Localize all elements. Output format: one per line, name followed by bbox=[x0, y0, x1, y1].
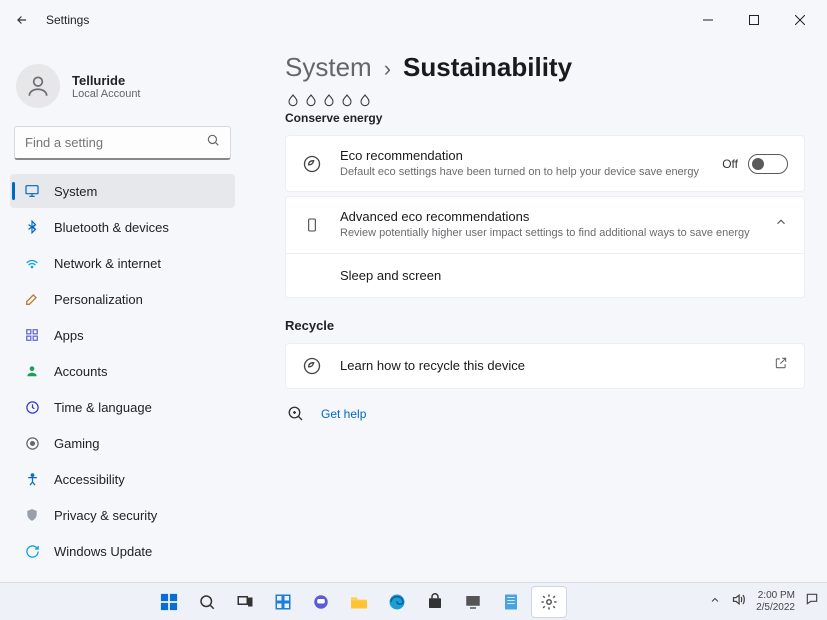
help-link[interactable]: Get help bbox=[285, 405, 805, 423]
nav-label: Gaming bbox=[54, 436, 100, 451]
sidebar-item-time[interactable]: Time & language bbox=[10, 390, 235, 424]
user-block[interactable]: Telluride Local Account bbox=[10, 58, 235, 122]
tray-sound-icon[interactable] bbox=[731, 592, 746, 612]
card-recycle[interactable]: Learn how to recycle this device bbox=[285, 343, 805, 389]
sidebar: Telluride Local Account System Bluetooth… bbox=[0, 40, 245, 582]
nav-label: Apps bbox=[54, 328, 84, 343]
tray-clock[interactable]: 2:00 PM 2/5/2022 bbox=[756, 590, 795, 614]
wifi-icon bbox=[24, 255, 40, 271]
avatar bbox=[16, 64, 60, 108]
tray-notifications-icon[interactable] bbox=[805, 592, 819, 611]
eco-toggle[interactable] bbox=[748, 154, 788, 174]
search-input[interactable] bbox=[14, 126, 231, 160]
sidebar-item-network[interactable]: Network & internet bbox=[10, 246, 235, 280]
tray-time: 2:00 PM bbox=[756, 590, 795, 602]
card-title: Eco recommendation bbox=[340, 148, 704, 163]
sidebar-item-apps[interactable]: Apps bbox=[10, 318, 235, 352]
sidebar-item-gaming[interactable]: Gaming bbox=[10, 426, 235, 460]
start-button[interactable] bbox=[152, 587, 186, 617]
eco-icon bbox=[302, 154, 322, 174]
back-button[interactable] bbox=[14, 12, 30, 28]
titlebar: Settings bbox=[0, 0, 827, 40]
nav-label: System bbox=[54, 184, 97, 199]
recycle-icon bbox=[302, 356, 322, 376]
nav-label: Personalization bbox=[54, 292, 143, 307]
sidebar-item-personalization[interactable]: Personalization bbox=[10, 282, 235, 316]
breadcrumb: System › Sustainability bbox=[285, 52, 805, 83]
card-advanced-eco[interactable]: Advanced eco recommendations Review pote… bbox=[285, 196, 805, 297]
device-icon bbox=[302, 215, 322, 235]
nav-label: Windows Update bbox=[54, 544, 152, 559]
sidebar-item-bluetooth[interactable]: Bluetooth & devices bbox=[10, 210, 235, 244]
main: System › Sustainability Conserve energy bbox=[245, 40, 827, 582]
section-conserve: Conserve energy bbox=[285, 111, 805, 125]
search-field[interactable] bbox=[25, 135, 195, 150]
brush-icon bbox=[24, 291, 40, 307]
nav-label: Bluetooth & devices bbox=[54, 220, 169, 235]
breadcrumb-parent[interactable]: System bbox=[285, 52, 372, 83]
nav-label: Privacy & security bbox=[54, 508, 157, 523]
taskbar-search[interactable] bbox=[190, 587, 224, 617]
settings-taskbar[interactable] bbox=[532, 587, 566, 617]
tray-date: 2/5/2022 bbox=[756, 602, 795, 614]
external-link-icon bbox=[774, 356, 788, 375]
user-name: Telluride bbox=[72, 73, 141, 88]
store[interactable] bbox=[418, 587, 452, 617]
card-title: Learn how to recycle this device bbox=[340, 358, 756, 373]
system-icon bbox=[24, 183, 40, 199]
toggle-state-label: Off bbox=[722, 157, 738, 171]
help-icon bbox=[287, 405, 305, 423]
sub-item-sleep-screen[interactable]: Sleep and screen bbox=[286, 253, 804, 297]
person-icon bbox=[24, 363, 40, 379]
edge[interactable] bbox=[380, 587, 414, 617]
nav-label: Network & internet bbox=[54, 256, 161, 271]
help-label: Get help bbox=[321, 407, 366, 421]
window-title: Settings bbox=[46, 13, 89, 27]
minimize-button[interactable] bbox=[685, 4, 731, 36]
apps-icon bbox=[24, 327, 40, 343]
card-title: Advanced eco recommendations bbox=[340, 209, 756, 224]
file-explorer[interactable] bbox=[342, 587, 376, 617]
accessibility-icon bbox=[24, 471, 40, 487]
sidebar-item-update[interactable]: Windows Update bbox=[10, 534, 235, 568]
gaming-icon bbox=[24, 435, 40, 451]
close-button[interactable] bbox=[777, 4, 823, 36]
bluetooth-icon bbox=[24, 219, 40, 235]
chevron-up-icon bbox=[774, 215, 788, 234]
card-subtitle: Default eco settings have been turned on… bbox=[340, 165, 704, 179]
tray-chevron-icon[interactable] bbox=[709, 593, 721, 611]
sidebar-item-privacy[interactable]: Privacy & security bbox=[10, 498, 235, 532]
page-title: Sustainability bbox=[403, 52, 572, 83]
nav-label: Accounts bbox=[54, 364, 107, 379]
maximize-button[interactable] bbox=[731, 4, 777, 36]
card-eco-recommendation: Eco recommendation Default eco settings … bbox=[285, 135, 805, 192]
nav: System Bluetooth & devices Network & int… bbox=[10, 174, 235, 568]
taskbar: 2:00 PM 2/5/2022 bbox=[0, 582, 827, 620]
leaf-rating bbox=[285, 93, 805, 109]
sidebar-item-accessibility[interactable]: Accessibility bbox=[10, 462, 235, 496]
chat[interactable] bbox=[304, 587, 338, 617]
sidebar-item-accounts[interactable]: Accounts bbox=[10, 354, 235, 388]
chevron-right-icon: › bbox=[384, 56, 391, 82]
section-recycle: Recycle bbox=[285, 318, 805, 333]
search-icon bbox=[206, 133, 220, 152]
user-sub: Local Account bbox=[72, 88, 141, 100]
nav-label: Accessibility bbox=[54, 472, 125, 487]
taskbar-app-1[interactable] bbox=[456, 587, 490, 617]
clock-icon bbox=[24, 399, 40, 415]
shield-icon bbox=[24, 507, 40, 523]
widgets[interactable] bbox=[266, 587, 300, 617]
taskbar-app-2[interactable] bbox=[494, 587, 528, 617]
update-icon bbox=[24, 543, 40, 559]
nav-label: Time & language bbox=[54, 400, 152, 415]
task-view[interactable] bbox=[228, 587, 262, 617]
sidebar-item-system[interactable]: System bbox=[10, 174, 235, 208]
card-subtitle: Review potentially higher user impact se… bbox=[340, 226, 756, 240]
